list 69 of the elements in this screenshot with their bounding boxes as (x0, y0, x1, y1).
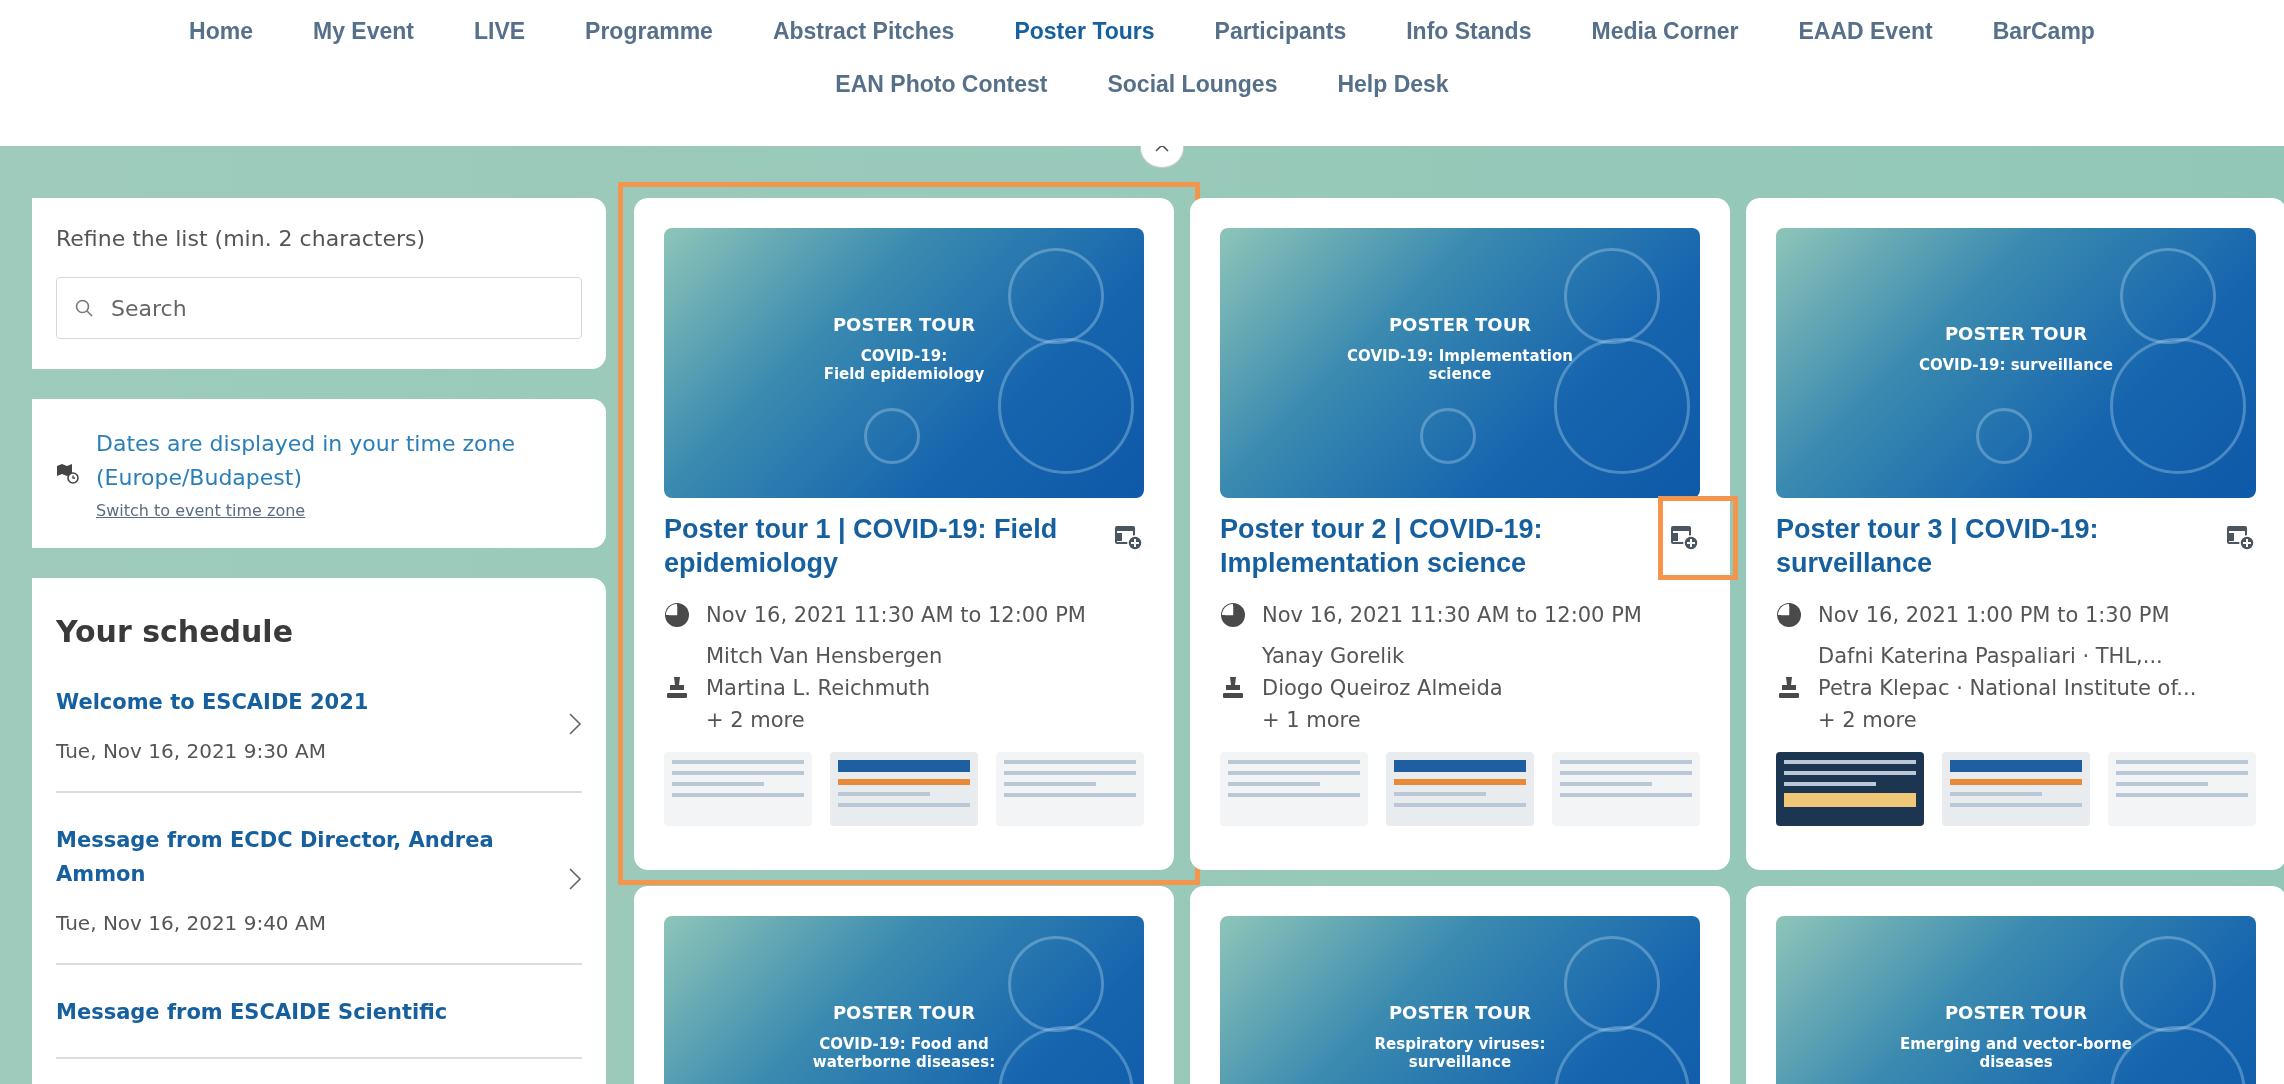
schedule-item[interactable]: Message from ECDC Director, Andrea Ammon Tue, Nov 16, 2021 9:40 AM (56, 823, 582, 965)
tour-title-link[interactable]: Poster tour 2 | COVID-19: Implementation science (1220, 512, 1620, 580)
nav-tab[interactable]: Social Lounges (1107, 67, 1278, 102)
nav-tab[interactable]: LIVE (473, 14, 526, 49)
presenter-name: Martina L. Reichmuth (706, 676, 932, 700)
tour-title-link[interactable]: Poster tour 3 | COVID-19: surveillance (1776, 512, 2176, 580)
tour-banner: POSTER TOUR COVID-19: Implementation science (1220, 228, 1700, 498)
search-icon (74, 298, 94, 318)
poster-thumbnail[interactable] (1220, 752, 1368, 826)
nav-tab[interactable]: Programme (585, 14, 713, 49)
tour-time: Nov 16, 2021 11:30 AM to 12:00 PM (1262, 603, 1642, 627)
presenter-name: Dafni Katerina Paspaliari · THL,... (1818, 644, 2164, 668)
nav-tab[interactable]: Abstract Pitches (772, 14, 955, 49)
tour-banner: POSTER TOUR COVID-19: surveillance (1776, 228, 2256, 498)
tour-banner: POSTER TOUR Respiratory viruses: surveillance (1220, 916, 1700, 1084)
chevron-right-icon (568, 712, 582, 736)
schedule-item[interactable]: Message from ESCAIDE Scientific (56, 995, 582, 1059)
poster-thumbnail[interactable] (996, 752, 1144, 826)
clock-icon (1776, 602, 1802, 628)
nav-tab[interactable]: Home (189, 14, 253, 49)
poster-tour-card[interactable]: POSTER TOUR COVID-19: Implementation science Poster tour 2 | COVID-19: Implementation science Nov 16, 2021 11:30 AM to 12:00 PM Yanay Gorelik Diogo Queiroz Almeida + 1 more (1190, 198, 1730, 870)
clock-icon (664, 602, 690, 628)
search-field[interactable]: Search (56, 277, 582, 339)
tour-banner: POSTER TOUR Emerging and vector-borne diseases (1776, 916, 2256, 1084)
poster-thumbnail[interactable] (1552, 752, 1700, 826)
poster-tour-card[interactable]: POSTER TOUR Respiratory viruses: surveillance (1190, 886, 1730, 1084)
schedule-heading: Your schedule (56, 614, 294, 649)
presenter-name: Petra Klepac · National Institute of... (1818, 676, 2197, 700)
timezone-notice: Dates are displayed in your time zone (Europe/Budapest) (96, 430, 516, 492)
poster-thumbnail[interactable] (1776, 752, 1924, 826)
chevron-up-icon (1154, 146, 1170, 153)
more-presenters: + 2 more (1818, 708, 1918, 732)
poster-tour-card[interactable]: POSTER TOUR COVID-19: Food and waterborne diseases: (634, 886, 1174, 1084)
poster-tour-card[interactable]: POSTER TOUR COVID-19: surveillance Poster tour 3 | COVID-19: surveillance Nov 16, 2021 1:00 PM to 1:30 PM Dafni Katerina Paspaliari · THL,... Petra Klepac · National Institute of... + 2 more (1746, 198, 2284, 870)
stamp-icon (1776, 675, 1802, 701)
nav-tab[interactable]: Help Desk (1337, 67, 1449, 102)
presenter-name: Mitch Van Hensbergen (706, 644, 943, 668)
poster-thumbnail[interactable] (830, 752, 978, 826)
chevron-right-icon (568, 867, 582, 891)
stamp-icon (1220, 675, 1246, 701)
poster-thumbnail[interactable] (1386, 752, 1534, 826)
schedule-item[interactable]: Welcome to ESCAIDE 2021 Tue, Nov 16, 2021 9:30 AM (56, 685, 582, 793)
more-presenters: + 1 more (1262, 708, 1362, 732)
clock-icon (1220, 602, 1246, 628)
tour-title-link[interactable]: Poster tour 1 | COVID-19: Field epidemiology (664, 512, 1064, 580)
nav-tab[interactable]: BarCamp (1992, 14, 2095, 49)
poster-thumbnail[interactable] (2108, 752, 2256, 826)
nav-tab[interactable]: Poster Tours (1014, 14, 1155, 49)
poster-thumbnail[interactable] (1942, 752, 2090, 826)
tour-time: Nov 16, 2021 1:00 PM to 1:30 PM (1818, 603, 2170, 627)
switch-timezone-link[interactable]: Switch to event time zone (96, 501, 546, 520)
nav-tab[interactable]: EAAD Event (1798, 14, 1933, 49)
nav-tab[interactable]: Participants (1214, 14, 1347, 49)
nav-tab[interactable]: Media Corner (1591, 14, 1739, 49)
nav-tab[interactable]: My Event (312, 14, 414, 49)
nav-tab[interactable]: Info Stands (1406, 14, 1532, 49)
more-presenters: + 2 more (706, 708, 806, 732)
presenter-name: Diogo Queiroz Almeida (1262, 676, 1503, 700)
tour-banner: POSTER TOUR COVID-19: Food and waterborne diseases: (664, 916, 1144, 1084)
tour-time: Nov 16, 2021 11:30 AM to 12:00 PM (706, 603, 1086, 627)
nav-tab[interactable]: EAN Photo Contest (835, 67, 1048, 102)
poster-tour-card[interactable]: POSTER TOUR COVID-19: Field epidemiology Poster tour 1 | COVID-19: Field epidemiology Nov 16, 2021 11:30 AM to 12:00 PM Mitch Van Hensbergen Martina L. Reichmuth + 2 more (634, 198, 1174, 870)
poster-tour-card[interactable]: POSTER TOUR Emerging and vector-borne diseases (1746, 886, 2284, 1084)
presenter-name: Yanay Gorelik (1262, 644, 1406, 668)
refine-label: Refine the list (min. 2 characters) (56, 226, 426, 251)
poster-thumbnail[interactable] (664, 752, 812, 826)
stamp-icon (664, 675, 690, 701)
map-clock-icon (56, 462, 80, 485)
tour-banner: POSTER TOUR COVID-19: Field epidemiology (664, 228, 1144, 498)
